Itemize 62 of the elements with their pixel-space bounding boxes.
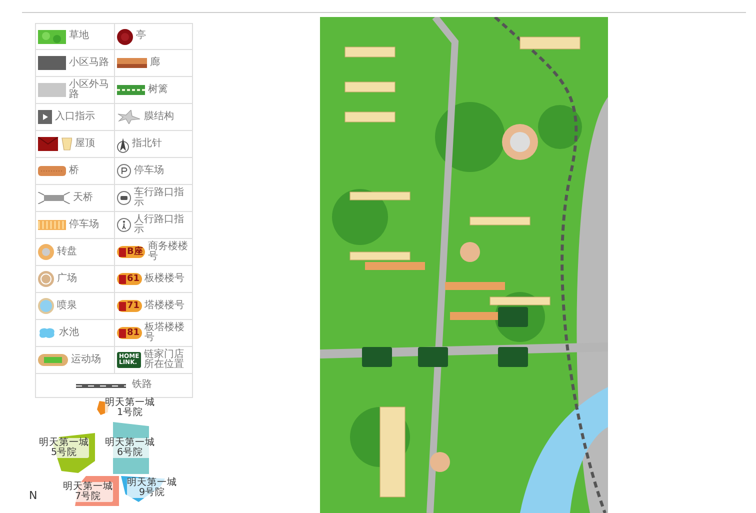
pool-icon [38, 327, 56, 339]
plaza-icon [38, 271, 54, 287]
legend-label: 运动场 [71, 354, 101, 366]
legend-label: 铁路 [132, 380, 152, 391]
district-label: 明天第一城 1号院 [105, 398, 155, 418]
building-number-tag: B座 [117, 246, 145, 258]
north-label: N [29, 488, 38, 504]
fountain-icon [38, 298, 54, 314]
parking-icon [117, 164, 131, 178]
legend-label: 水池 [59, 328, 79, 338]
legend-label: 转盘 [57, 246, 77, 258]
legend-label: 商务楼楼号 [148, 242, 189, 262]
parking-lot-icon [38, 220, 66, 230]
corridor-icon [117, 58, 147, 68]
building-icon [118, 328, 127, 338]
legend-label: 人行路口指示 [134, 214, 185, 236]
legend-label: 塔楼楼号 [144, 300, 185, 312]
bridge-icon [38, 166, 66, 176]
district-label: 明天第一城 9号院 [127, 478, 177, 498]
grass-swatch-icon [38, 30, 66, 44]
legend-label: 广场 [57, 274, 77, 284]
road-swatch-icon [38, 83, 66, 97]
railway-icon [76, 382, 126, 388]
legend-label: 屋顶 [75, 138, 95, 150]
legend-label: 桥 [69, 166, 79, 176]
legend-label: 喷泉 [57, 300, 77, 312]
play-icon [38, 110, 52, 124]
legend-label: 车行路口指示 [134, 188, 185, 208]
legend-label: 停车场 [69, 220, 99, 230]
legend-label: 树篱 [148, 84, 168, 96]
legend-label: 入口指示 [55, 112, 95, 122]
legend-label: 板楼楼号 [144, 274, 185, 284]
legend-label: 小区马路 [69, 58, 109, 68]
district-label: 明天第一城 5号院 [39, 438, 89, 458]
building-icon [118, 274, 127, 284]
building-number-tag: 81 [117, 327, 142, 339]
district-label: 明天第一城 6号院 [105, 438, 155, 458]
building-icon [118, 301, 127, 311]
pedestrian-icon [117, 218, 131, 232]
legend-label: 停车场 [134, 166, 164, 176]
legend-label: 天桥 [73, 192, 93, 204]
legend-label: 小区外马路 [69, 80, 110, 100]
roundabout-icon [38, 244, 54, 260]
road-swatch-icon [38, 56, 66, 70]
legend-label: 廊 [150, 58, 160, 68]
building-number-tag: 61 [117, 273, 142, 285]
pavilion-icon [117, 28, 133, 44]
car-icon [117, 191, 131, 205]
building-icon [118, 247, 127, 257]
legend-label: 膜结构 [144, 112, 174, 122]
legend-label: 链家门店所在位置 [144, 350, 186, 370]
roof-icon [38, 137, 72, 151]
legend-label: 指北针 [132, 138, 162, 150]
legend-label: 板塔楼楼号 [144, 322, 186, 344]
membrane-icon [117, 110, 141, 124]
hedge-icon [117, 85, 145, 95]
sports-field-icon [38, 354, 68, 366]
district-label: 明天第一城 7号院 [63, 482, 113, 502]
building-number-tag: 71 [117, 300, 142, 312]
overpass-icon [38, 192, 70, 204]
legend-label: 草地 [69, 31, 89, 42]
legend-label: 亭 [136, 31, 146, 42]
